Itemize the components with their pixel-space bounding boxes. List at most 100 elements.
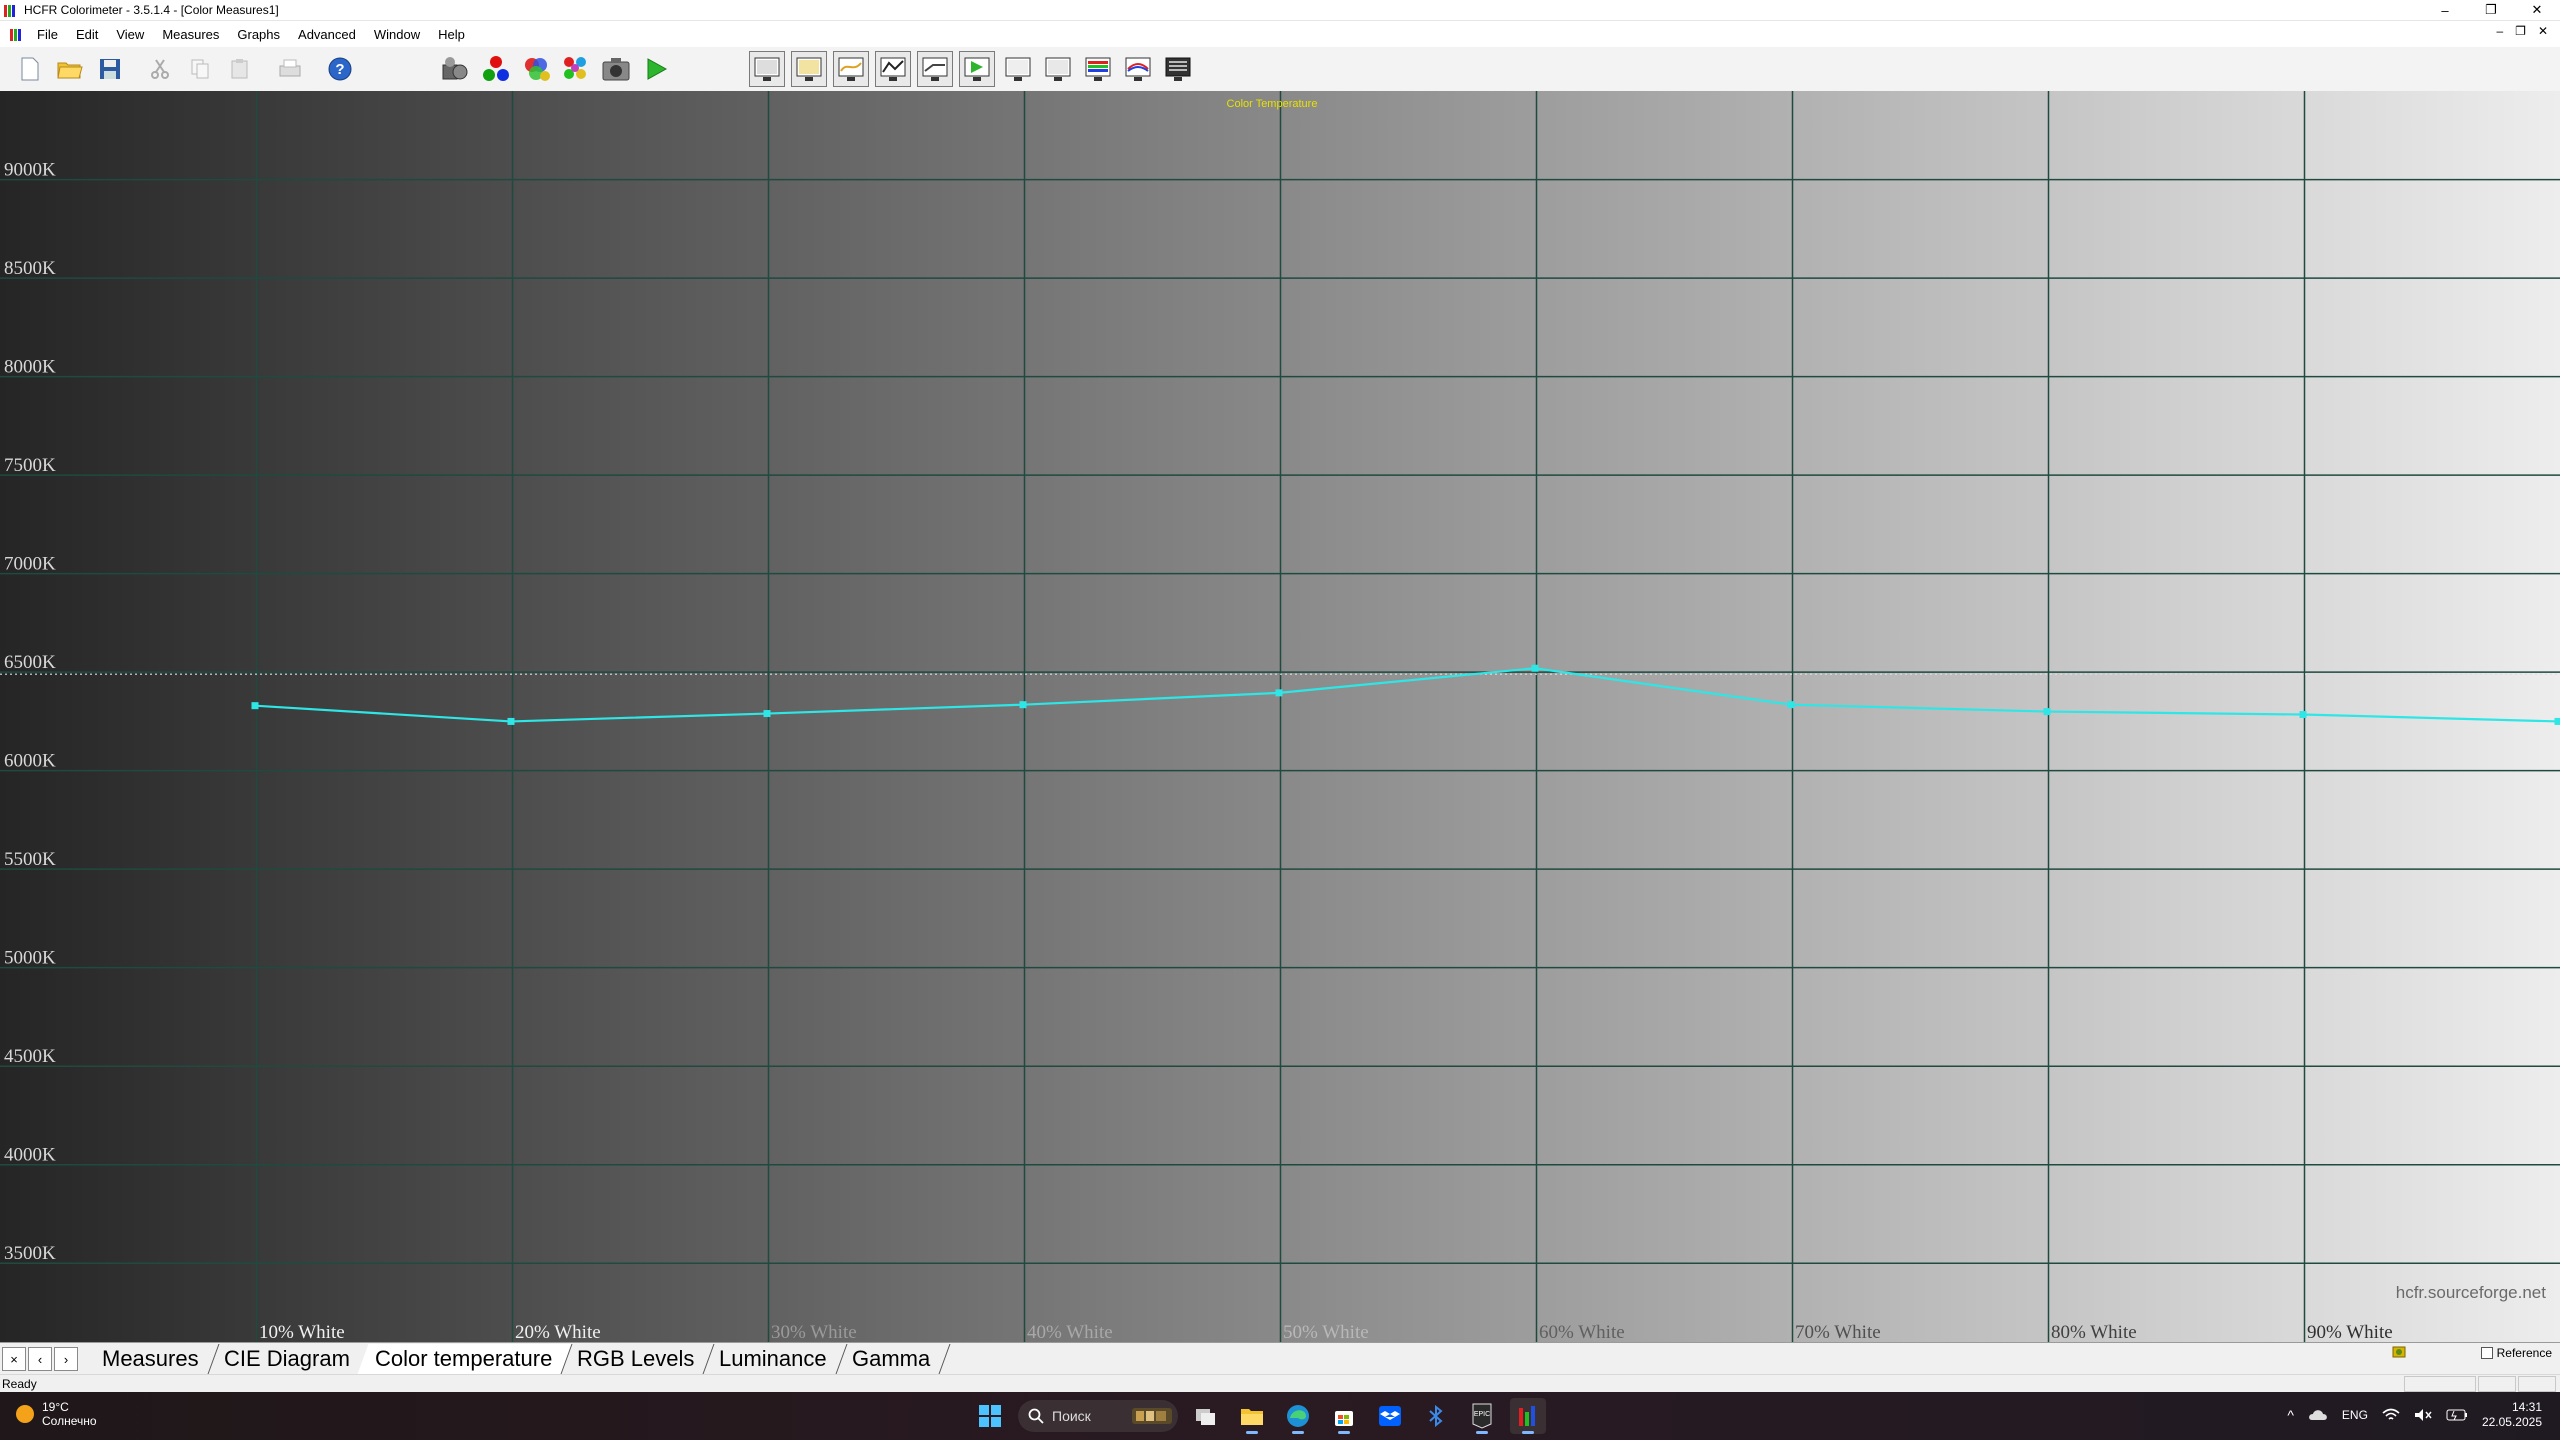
volume-muted-icon[interactable] — [2414, 1408, 2432, 1422]
cloud-icon[interactable] — [2308, 1408, 2328, 1422]
y-tick-label: 6000K — [4, 751, 56, 772]
paste-icon[interactable] — [222, 51, 258, 87]
menu-file[interactable]: File — [28, 27, 67, 42]
graph-6-icon[interactable] — [959, 51, 995, 87]
reference-checkbox[interactable]: Reference — [2480, 1346, 2552, 1360]
new-icon[interactable] — [12, 51, 48, 87]
y-tick-label: 4000K — [4, 1145, 56, 1166]
prev-tab-button[interactable]: ‹ — [28, 1347, 52, 1371]
close-button[interactable]: ✕ — [2514, 0, 2560, 20]
print-icon[interactable] — [272, 51, 308, 87]
status-pane-3 — [2518, 1376, 2556, 1392]
graph-7-icon[interactable] — [1000, 51, 1036, 87]
svg-text:EPIC: EPIC — [1474, 1411, 1490, 1418]
taskbar-search[interactable]: Поиск — [1018, 1400, 1178, 1432]
weather-temp: 19°C — [42, 1400, 69, 1414]
status-text: Ready — [2, 1377, 37, 1391]
dropbox-icon[interactable] — [1372, 1398, 1408, 1434]
menu-edit[interactable]: Edit — [67, 27, 107, 42]
store-icon[interactable] — [1326, 1398, 1362, 1434]
data-point — [2554, 717, 2560, 725]
graph-4-icon[interactable] — [875, 51, 911, 87]
bluetooth-app-icon[interactable] — [1418, 1398, 1454, 1434]
clock[interactable]: 14:31 22.05.2025 — [2482, 1400, 2542, 1430]
weather-desc: Солнечно — [42, 1414, 97, 1428]
graph-11-icon[interactable] — [1160, 51, 1196, 87]
task-view-icon[interactable] — [1188, 1398, 1224, 1434]
save-icon[interactable] — [92, 51, 128, 87]
x-category-label: 80% White — [2051, 1322, 2137, 1342]
open-icon[interactable] — [52, 51, 88, 87]
mdi-restore-button[interactable]: ❐ — [2515, 24, 2526, 38]
data-point — [251, 702, 259, 710]
tab-rgb-levels[interactable]: RGB Levels — [559, 1344, 715, 1374]
graph-1-icon[interactable] — [749, 51, 785, 87]
camera-icon[interactable] — [598, 51, 634, 87]
windows-start-icon[interactable] — [972, 1398, 1008, 1434]
mdi-close-button[interactable]: ✕ — [2538, 24, 2548, 38]
graph-8-icon[interactable] — [1040, 51, 1076, 87]
hcfr-taskbar-icon[interactable] — [1510, 1398, 1546, 1434]
edge-browser-icon[interactable] — [1280, 1398, 1316, 1434]
menu-advanced[interactable]: Advanced — [289, 27, 365, 42]
chart-canvas: 9000K 8500K 8000K 7500K 7000K 6500K 6000K 5500K… — [0, 91, 2560, 1342]
x-category-label: 90% White — [2307, 1322, 2393, 1342]
next-tab-button[interactable]: › — [54, 1347, 78, 1371]
rgb-dots-icon[interactable] — [478, 51, 514, 87]
play-icon[interactable] — [638, 51, 674, 87]
reference-color-icon — [2392, 1346, 2406, 1358]
minimize-button[interactable]: – — [2422, 0, 2468, 20]
reference-checkbox-box[interactable] — [2480, 1347, 2493, 1359]
system-tray: ^ ENG 14:31 22.05.2025 — [2287, 1400, 2542, 1430]
chevron-up-icon[interactable]: ^ — [2287, 1407, 2294, 1423]
cut-icon[interactable] — [142, 51, 178, 87]
graph-2-icon[interactable] — [791, 51, 827, 87]
document-icon[interactable] — [10, 27, 24, 41]
menu-window[interactable]: Window — [365, 27, 429, 42]
tab-color-temperature[interactable]: Color temperature — [357, 1344, 573, 1374]
mdi-minimize-button[interactable]: – — [2496, 24, 2503, 38]
window-title: HCFR Colorimeter - 3.5.1.4 - [Color Meas… — [24, 3, 279, 17]
menu-help[interactable]: Help — [429, 27, 474, 42]
graph-9-icon[interactable] — [1080, 51, 1116, 87]
color-wheel-icon[interactable] — [518, 51, 554, 87]
data-point — [1275, 689, 1283, 697]
x-category-label: 70% White — [1795, 1322, 1881, 1342]
sun-icon — [16, 1405, 34, 1423]
tab-color-temperature-label: Color temperature — [374, 1346, 552, 1371]
search-placeholder: Поиск — [1052, 1408, 1091, 1424]
y-tick-label: 7500K — [4, 455, 56, 476]
data-point — [1019, 701, 1027, 709]
epic-games-icon[interactable]: EPIC — [1464, 1398, 1500, 1434]
file-explorer-icon[interactable] — [1234, 1398, 1270, 1434]
battery-icon[interactable] — [2446, 1408, 2468, 1422]
language-indicator[interactable]: ENG — [2342, 1408, 2368, 1422]
graph-5-icon[interactable] — [917, 51, 953, 87]
wifi-icon[interactable] — [2382, 1408, 2400, 1422]
help-icon[interactable]: ? — [322, 51, 358, 87]
tab-cie-diagram[interactable]: CIE Diagram — [206, 1344, 370, 1374]
status-pane-1 — [2404, 1376, 2476, 1392]
close-tab-button[interactable]: × — [2, 1347, 26, 1371]
search-highlight-icon — [1132, 1408, 1172, 1424]
menu-graphs[interactable]: Graphs — [228, 27, 289, 42]
data-point — [1531, 664, 1539, 672]
graph-3-icon[interactable] — [833, 51, 869, 87]
graph-10-icon[interactable] — [1120, 51, 1156, 87]
status-pane-2 — [2478, 1376, 2516, 1392]
menu-measures[interactable]: Measures — [153, 27, 228, 42]
palette-icon[interactable] — [558, 51, 594, 87]
menu-view[interactable]: View — [107, 27, 153, 42]
restore-button[interactable]: ❐ — [2468, 0, 2514, 20]
settings-icon[interactable] — [438, 51, 474, 87]
toolbar: ? — [0, 47, 2560, 92]
tab-gamma[interactable]: Gamma — [834, 1344, 951, 1374]
x-category-label: 50% White — [1283, 1322, 1369, 1342]
y-tick-label: 5500K — [4, 849, 56, 870]
tab-luminance[interactable]: Luminance — [701, 1344, 848, 1374]
copy-icon[interactable] — [182, 51, 218, 87]
y-tick-label: 6500K — [4, 652, 56, 673]
y-tick-label: 8000K — [4, 357, 56, 378]
weather-widget[interactable]: 19°C Солнечно — [16, 1400, 97, 1428]
tab-measures[interactable]: Measures — [84, 1344, 220, 1374]
